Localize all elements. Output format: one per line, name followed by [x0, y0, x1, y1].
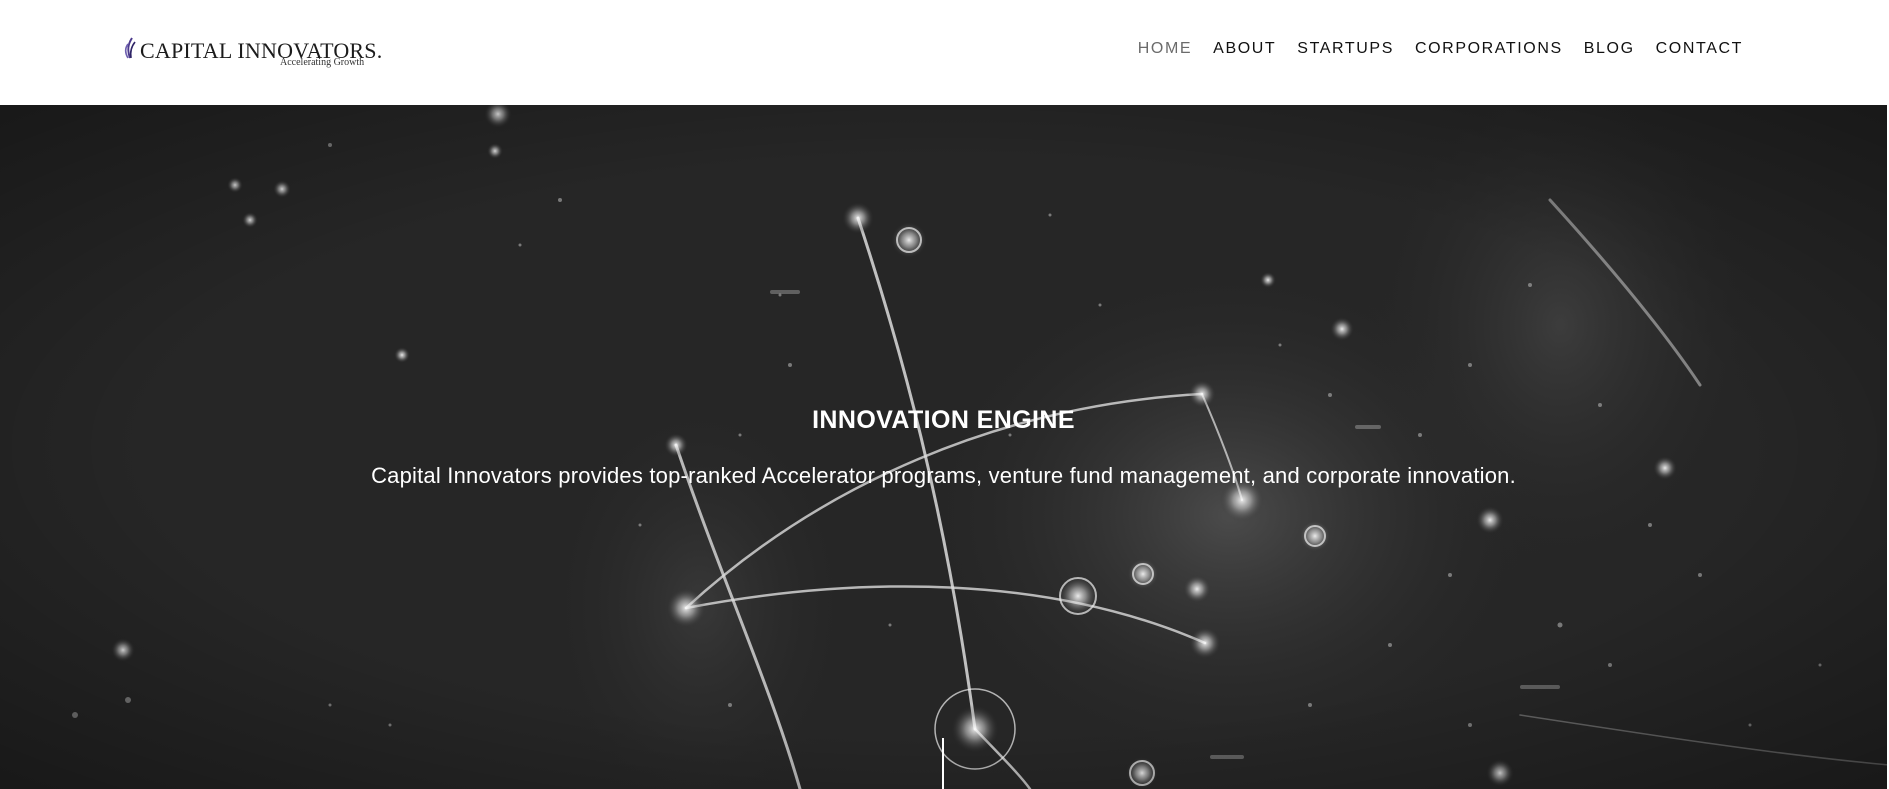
nav-startups[interactable]: STARTUPS: [1297, 40, 1394, 58]
feather-logo-icon: [124, 37, 136, 59]
nav-blog[interactable]: BLOG: [1584, 40, 1635, 58]
hero-section: INNOVATION ENGINE Capital Innovators pro…: [0, 105, 1889, 789]
hero-title: INNOVATION ENGINE: [812, 406, 1075, 434]
nav-contact[interactable]: CONTACT: [1656, 40, 1743, 58]
nav-about[interactable]: ABOUT: [1213, 40, 1276, 58]
nav-corporations[interactable]: CORPORATIONS: [1415, 40, 1563, 58]
logo[interactable]: CAPITAL INNOVATORS. Accelerating Growth: [122, 36, 382, 72]
logo-tagline: Accelerating Growth: [280, 57, 365, 68]
network-background-image: [0, 105, 1889, 789]
hero-subtitle: Capital Innovators provides top-ranked A…: [371, 463, 1516, 488]
nav-home[interactable]: HOME: [1138, 40, 1192, 58]
main-nav: HOME ABOUT STARTUPS CORPORATIONS BLOG CO…: [1117, 40, 1743, 58]
site-header: CAPITAL INNOVATORS. Accelerating Growth …: [0, 0, 1889, 105]
scroll-indicator-line[interactable]: [942, 738, 944, 789]
